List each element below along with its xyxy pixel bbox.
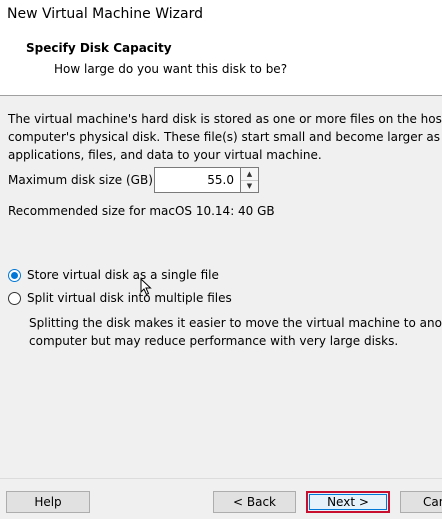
- split-files-option[interactable]: Split virtual disk into multiple files: [8, 289, 232, 307]
- description-line: applications, files, and data to your vi…: [8, 148, 322, 162]
- single-file-option[interactable]: Store virtual disk as a single file: [8, 266, 219, 284]
- split-description-line: computer but may reduce performance with…: [29, 334, 399, 348]
- title-bar: New Virtual Machine Wizard: [0, 0, 442, 32]
- description-line: The virtual machine's hard disk is store…: [8, 112, 442, 126]
- split-files-label: Split virtual disk into multiple files: [27, 291, 232, 305]
- wizard-window: New Virtual Machine Wizard Specify Disk …: [0, 0, 442, 519]
- disk-size-spinner: ▲ ▼: [241, 167, 259, 193]
- disk-description: The virtual machine's hard disk is store…: [8, 110, 442, 164]
- back-button[interactable]: < Back: [213, 491, 296, 513]
- split-description-line: Splitting the disk makes it easier to mo…: [29, 316, 442, 330]
- disk-size-input[interactable]: 55.0: [154, 167, 241, 193]
- window-title: New Virtual Machine Wizard: [7, 6, 203, 22]
- single-file-label: Store virtual disk as a single file: [27, 268, 219, 282]
- next-button-label: Next >: [327, 495, 369, 509]
- page-subtitle: How large do you want this disk to be?: [54, 62, 288, 76]
- help-button[interactable]: Help: [6, 491, 90, 513]
- split-description: Splitting the disk makes it easier to mo…: [29, 314, 442, 350]
- page-title: Specify Disk Capacity: [26, 41, 172, 55]
- recommended-size-text: Recommended size for macOS 10.14: 40 GB: [8, 204, 275, 218]
- disk-size-label: Maximum disk size (GB):: [8, 173, 157, 187]
- single-file-radio[interactable]: [8, 268, 21, 282]
- footer-divider: [0, 478, 442, 479]
- cancel-button[interactable]: Cancel: [400, 491, 442, 513]
- wizard-header: Specify Disk Capacity How large do you w…: [0, 32, 442, 96]
- mouse-cursor-icon: [140, 278, 152, 296]
- spinner-down-icon[interactable]: ▼: [241, 180, 258, 192]
- split-files-radio[interactable]: [8, 291, 21, 305]
- next-button[interactable]: Next >: [306, 491, 390, 513]
- description-line: computer's physical disk. These file(s) …: [8, 130, 442, 144]
